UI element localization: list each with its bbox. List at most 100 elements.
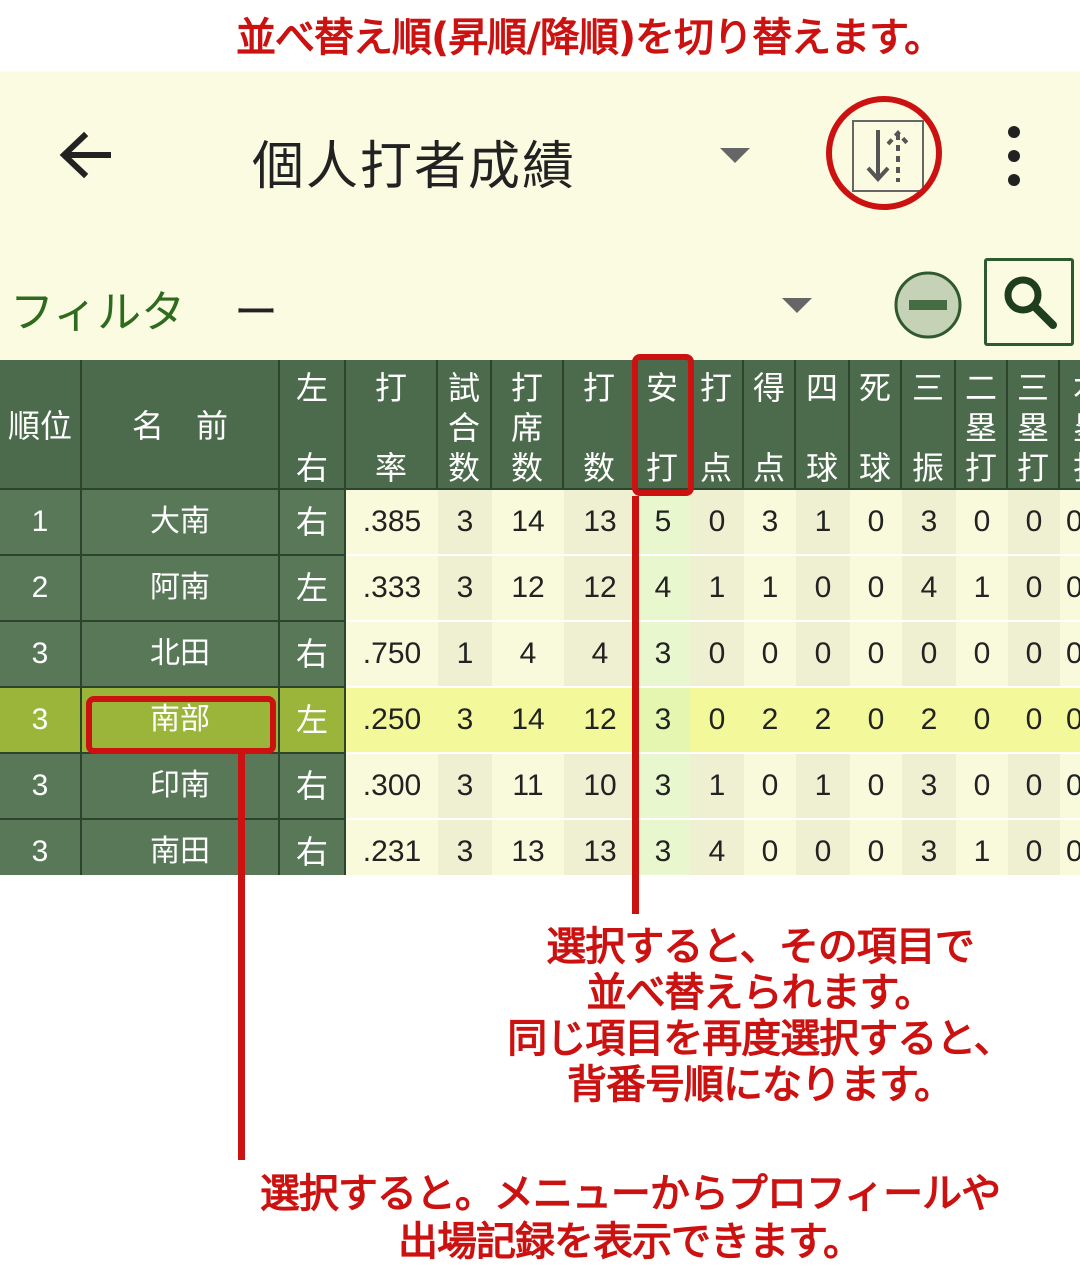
column-header-doubles[interactable]: 二塁打	[956, 360, 1008, 490]
table-cell-triples: 0	[1008, 490, 1060, 556]
table-cell-bb: 0	[796, 622, 850, 688]
hits-column-highlight	[632, 354, 694, 496]
table-cell-runs: 3	[744, 490, 796, 556]
table-cell-avg: .250	[346, 688, 438, 754]
table-cell-bb: 2	[796, 688, 850, 754]
column-header-hr[interactable]: 本塁打	[1060, 360, 1080, 490]
column-header-label: 三	[911, 369, 944, 407]
table-cell-hits: 5	[636, 490, 690, 556]
column-header-label: 得	[752, 369, 785, 407]
column-header-label: 四	[805, 369, 838, 407]
column-header-label: 合	[447, 409, 480, 447]
table-cell-so: 4	[902, 556, 956, 622]
table-cell-avg: .385	[346, 490, 438, 556]
table-cell-rbi: 0	[690, 622, 744, 688]
player-menu-annotation: 選択すると。メニューからプロフィールや 出場記録を表示できます。	[140, 1170, 1080, 1266]
table-cell-rank: 3	[0, 688, 82, 754]
column-header-label: 打	[964, 449, 997, 487]
table-cell-hbp: 0	[850, 820, 902, 875]
search-button[interactable]	[984, 258, 1074, 346]
table-cell-hbp: 0	[850, 490, 902, 556]
column-header-rbi[interactable]: 打点	[690, 360, 744, 490]
column-header-triples[interactable]: 三塁打	[1008, 360, 1060, 490]
table-cell-hbp: 0	[850, 622, 902, 688]
column-header-bats[interactable]: 左右	[280, 360, 346, 490]
column-header-label: 打	[582, 369, 615, 407]
column-header-label: 順位	[7, 407, 72, 445]
column-header-rank[interactable]: 順位	[0, 360, 82, 490]
column-header-label: 点	[752, 449, 785, 487]
table-cell-so: 3	[902, 820, 956, 875]
table-cell-runs: 0	[744, 820, 796, 875]
table-cell-runs: 2	[744, 688, 796, 754]
column-header-label: 本	[1060, 370, 1080, 406]
column-header-label: 数	[582, 449, 615, 487]
column-header-label: 球	[858, 449, 891, 487]
player-name-cell[interactable]: 南田	[82, 820, 280, 875]
table-cell-hr: 0	[1060, 688, 1080, 754]
table-cell-rbi: 1	[690, 754, 744, 820]
table-cell-so: 3	[902, 754, 956, 820]
column-header-name[interactable]: 名 前	[82, 360, 280, 490]
table-cell-hits: 3	[636, 688, 690, 754]
table-cell-bats: 左	[280, 556, 346, 622]
table-cell-pa: 14	[492, 688, 564, 754]
filter-select[interactable]: ー	[234, 276, 278, 340]
column-header-hbp[interactable]: 死球	[850, 360, 902, 490]
minus-circle-icon[interactable]	[893, 270, 963, 340]
table-cell-doubles: 0	[956, 754, 1008, 820]
table-cell-runs: 0	[744, 622, 796, 688]
column-header-ab[interactable]: 打数	[564, 360, 636, 490]
annotation-line: 選択すると、その項目で	[546, 924, 974, 970]
table-cell-games: 3	[438, 556, 492, 622]
table-cell-so: 0	[902, 622, 956, 688]
column-header-label: 打	[510, 369, 543, 407]
column-header-avg[interactable]: 打率	[346, 360, 438, 490]
table-cell-pa: 4	[492, 622, 564, 688]
annotation-line: 同じ項目を再度選択すると、	[507, 1016, 1013, 1062]
column-header-bb[interactable]: 四球	[796, 360, 850, 490]
table-cell-hr: 0	[1060, 556, 1080, 622]
column-header-so[interactable]: 三振	[902, 360, 956, 490]
page-title[interactable]: 個人打者成績	[252, 124, 576, 199]
player-name-cell[interactable]: 阿南	[82, 556, 280, 622]
table-cell-games: 3	[438, 490, 492, 556]
table-cell-bb: 0	[796, 556, 850, 622]
column-header-games[interactable]: 試合数	[438, 360, 492, 490]
annotation-line: 選択すると。メニューからプロフィールや	[259, 1171, 1001, 1217]
table-cell-runs: 0	[744, 754, 796, 820]
table-cell-games: 3	[438, 754, 492, 820]
table-cell-so: 2	[902, 688, 956, 754]
table-cell-ab: 13	[564, 490, 636, 556]
search-icon	[1004, 276, 1057, 329]
column-header-label: 右	[295, 449, 328, 487]
filter-dropdown-icon[interactable]	[782, 298, 812, 313]
table-cell-bats: 右	[280, 490, 346, 556]
column-header-runs[interactable]: 得点	[744, 360, 796, 490]
annotation-line: 背番号順になります。	[567, 1062, 954, 1108]
more-vertical-icon[interactable]	[1000, 120, 1028, 192]
table-cell-bats: 右	[280, 754, 346, 820]
table-cell-triples: 0	[1008, 688, 1060, 754]
column-header-label: 試	[447, 369, 480, 407]
arrow-left-icon[interactable]	[52, 122, 118, 188]
table-cell-doubles: 1	[956, 820, 1008, 875]
table-cell-doubles: 0	[956, 622, 1008, 688]
column-header-pa[interactable]: 打席数	[492, 360, 564, 490]
table-cell-avg: .750	[346, 622, 438, 688]
table-cell-ab: 4	[564, 622, 636, 688]
player-name-cell[interactable]: 北田	[82, 622, 280, 688]
table-cell-bb: 1	[796, 754, 850, 820]
table-cell-hits: 3	[636, 622, 690, 688]
table-cell-hr: 0	[1060, 820, 1080, 875]
title-dropdown-icon[interactable]	[720, 148, 750, 163]
table-cell-hits: 3	[636, 820, 690, 875]
table-cell-hbp: 0	[850, 688, 902, 754]
column-header-label: 二	[964, 369, 997, 407]
player-callout-line	[238, 754, 245, 1160]
column-header-label: 数	[447, 449, 480, 487]
player-name-cell[interactable]: 印南	[82, 754, 280, 820]
table-cell-rbi: 1	[690, 556, 744, 622]
table-cell-hits: 3	[636, 754, 690, 820]
player-name-cell[interactable]: 大南	[82, 490, 280, 556]
